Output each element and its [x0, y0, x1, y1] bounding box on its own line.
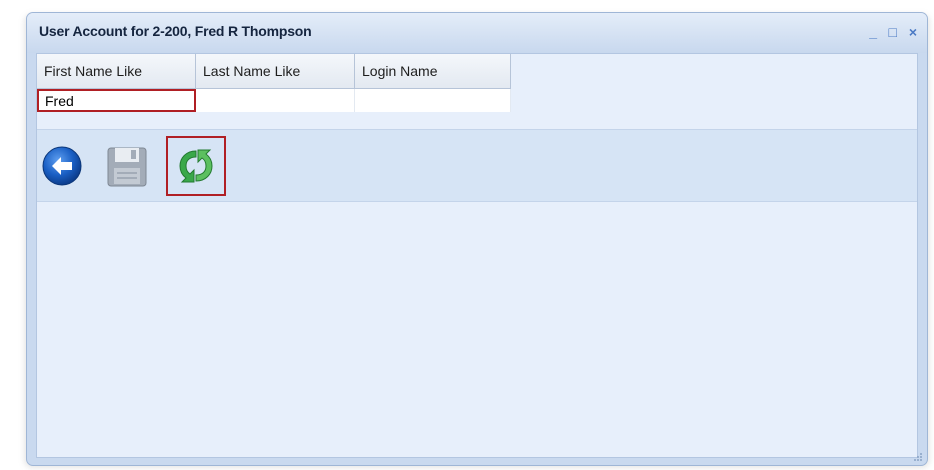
back-button[interactable] — [40, 142, 88, 190]
column-header-last-name[interactable]: Last Name Like — [196, 54, 355, 89]
grid-header: First Name Like Last Name Like Login Nam… — [37, 54, 511, 89]
first-name-filter-cell[interactable] — [37, 89, 196, 112]
maximize-button[interactable]: □ — [889, 24, 897, 40]
save-button[interactable] — [103, 142, 151, 190]
back-arrow-icon — [42, 146, 82, 186]
column-header-login-name[interactable]: Login Name — [355, 54, 511, 89]
last-name-filter-input[interactable] — [204, 92, 354, 108]
filter-row — [37, 89, 511, 112]
toolbar — [37, 129, 917, 202]
title-bar[interactable]: User Account for 2-200, Fred R Thompson … — [27, 13, 927, 53]
window-title: User Account for 2-200, Fred R Thompson — [39, 23, 312, 39]
refresh-icon — [179, 149, 213, 183]
last-name-filter-cell[interactable] — [196, 89, 355, 112]
user-account-window: User Account for 2-200, Fred R Thompson … — [26, 12, 928, 466]
refresh-button[interactable] — [166, 136, 226, 196]
floppy-disk-icon — [107, 147, 147, 187]
login-name-filter-input[interactable] — [363, 92, 510, 108]
minimize-button[interactable]: _ — [869, 24, 877, 40]
column-header-first-name[interactable]: First Name Like — [37, 54, 196, 89]
content-area: First Name Like Last Name Like Login Nam… — [36, 53, 918, 458]
close-button[interactable]: × — [909, 24, 917, 40]
first-name-filter-input[interactable] — [45, 93, 194, 109]
login-name-filter-cell[interactable] — [355, 89, 511, 112]
resize-grip-icon[interactable] — [913, 452, 923, 462]
